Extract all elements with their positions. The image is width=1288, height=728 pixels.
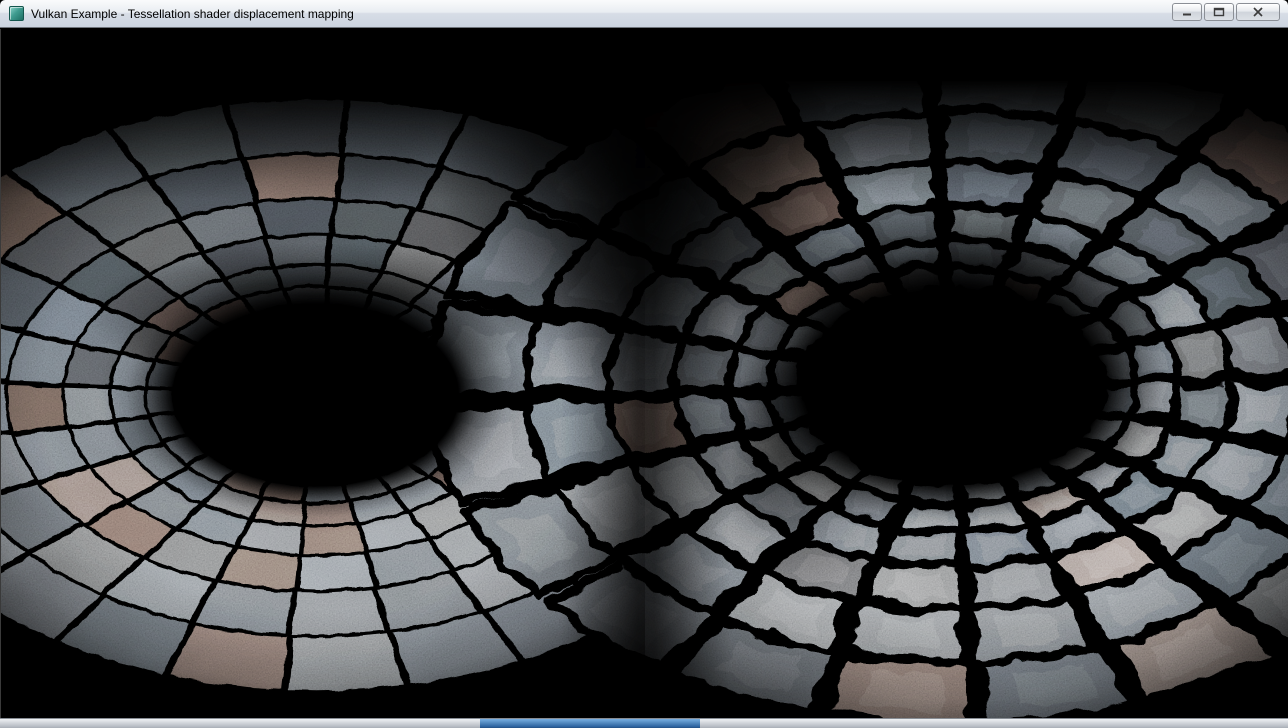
maximize-button[interactable] [1204,3,1234,21]
grain-texture [1,29,1288,718]
vulkan-example-icon [9,6,24,21]
render-viewport[interactable] [0,29,1288,718]
minimize-button[interactable] [1172,3,1202,21]
maximize-icon [1213,7,1225,17]
window-controls [1172,3,1280,21]
app-window: Vulkan Example - Tessellation shader dis… [0,0,1288,728]
vulkan-render [1,29,1288,718]
window-bottom-frame [0,718,1288,728]
close-icon [1252,7,1264,17]
taskbar-fragment[interactable] [480,719,700,728]
title-bar[interactable]: Vulkan Example - Tessellation shader dis… [0,0,1288,28]
window-title: Vulkan Example - Tessellation shader dis… [31,7,354,21]
minimize-icon [1181,7,1193,17]
close-button[interactable] [1236,3,1280,21]
